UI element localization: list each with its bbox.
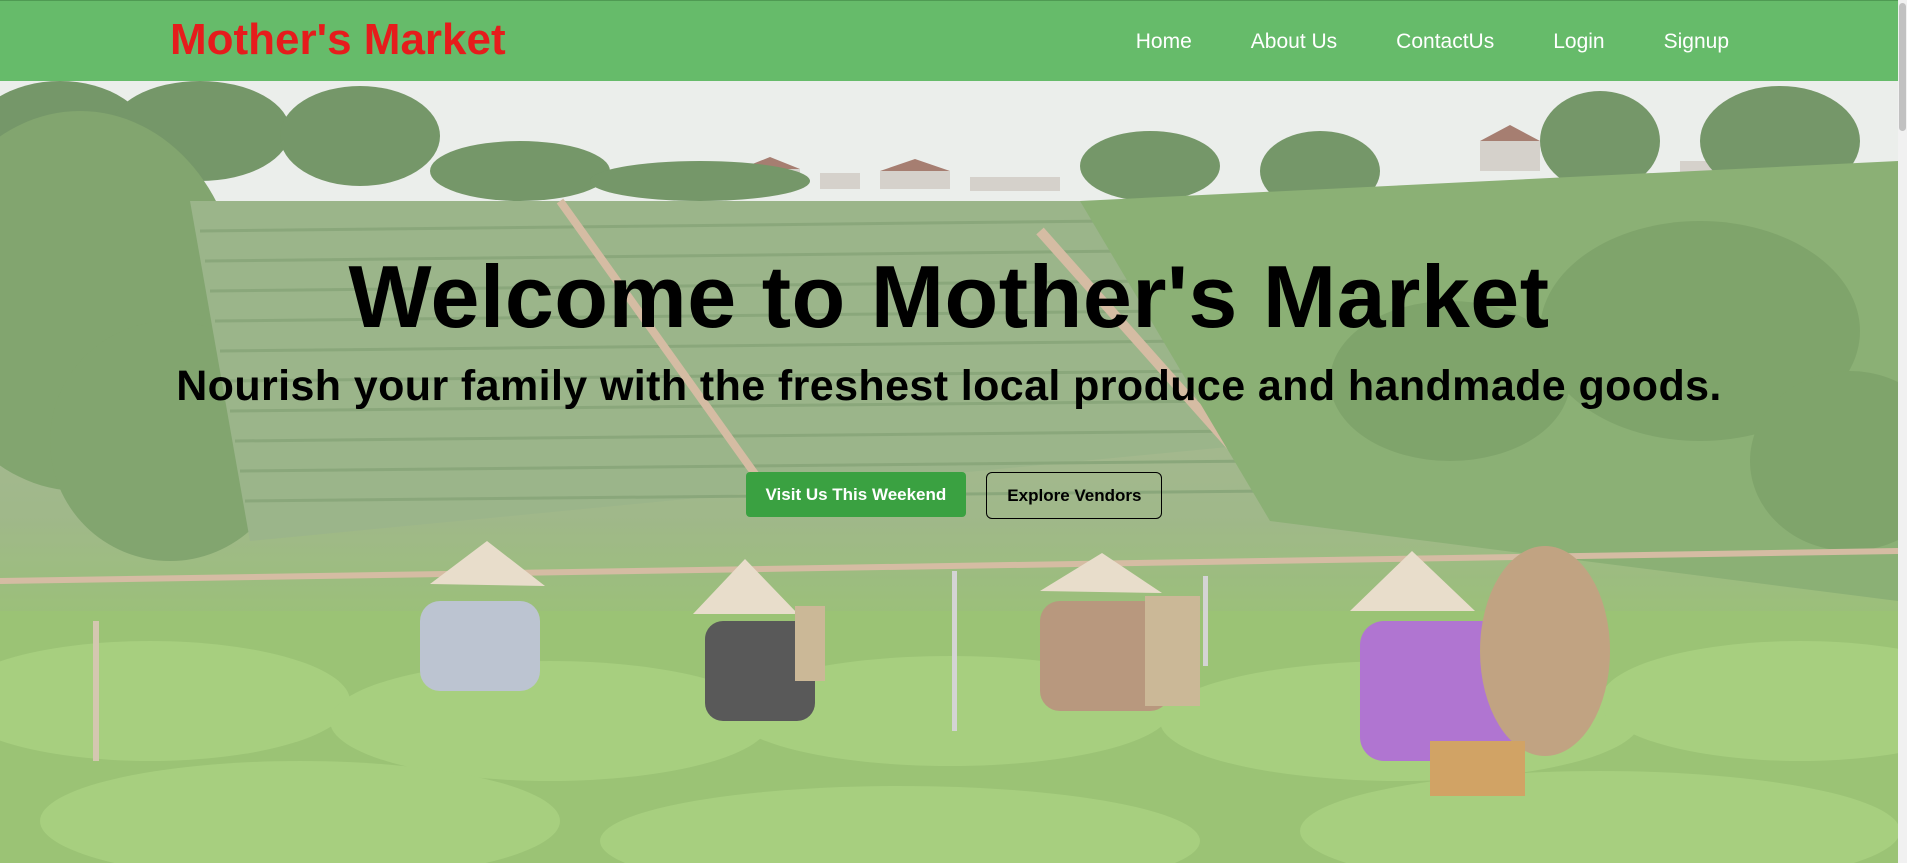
nav-contact-us[interactable]: ContactUs [1396, 30, 1494, 54]
nav-menu: Home About Us ContactUs Login Signup [1077, 1, 1729, 82]
hero-section: Welcome to Mother's Market Nourish your … [0, 81, 1898, 863]
page-scrollbar[interactable] [1898, 0, 1907, 863]
hero-actions: Visit Us This Weekend Explore Vendors [0, 472, 1898, 519]
visit-us-button[interactable]: Visit Us This Weekend [745, 472, 967, 517]
brand-logo[interactable]: Mother's Market [170, 15, 506, 65]
navbar: Mother's Market Home About Us ContactUs … [0, 0, 1898, 81]
explore-vendors-button[interactable]: Explore Vendors [986, 472, 1163, 519]
nav-home[interactable]: Home [1136, 30, 1192, 54]
nav-about-us[interactable]: About Us [1251, 30, 1337, 54]
nav-login[interactable]: Login [1553, 30, 1604, 54]
hero-subtitle: Nourish your family with the freshest lo… [176, 362, 1722, 410]
hero-title: Welcome to Mother's Market [348, 247, 1550, 346]
scrollbar-thumb[interactable] [1899, 3, 1906, 131]
nav-signup[interactable]: Signup [1664, 30, 1729, 54]
